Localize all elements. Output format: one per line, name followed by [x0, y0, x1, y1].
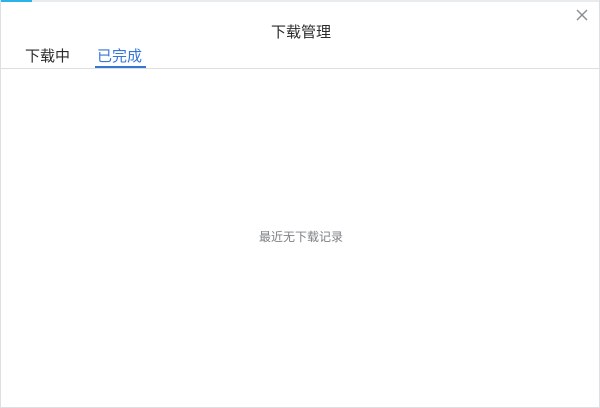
download-manager-dialog: 下载管理 下载中 已完成 最近无下载记录: [0, 0, 600, 408]
active-tab-indicator: [95, 66, 146, 68]
tab-bar: 下载中 已完成: [1, 44, 600, 69]
dialog-title: 下载管理: [270, 23, 331, 41]
tab-completed[interactable]: 已完成: [95, 46, 144, 68]
close-icon: [576, 9, 588, 21]
tab-downloading[interactable]: 下载中: [23, 46, 72, 68]
empty-state-message: 最近无下载记录: [258, 230, 343, 244]
close-button[interactable]: [573, 6, 591, 24]
